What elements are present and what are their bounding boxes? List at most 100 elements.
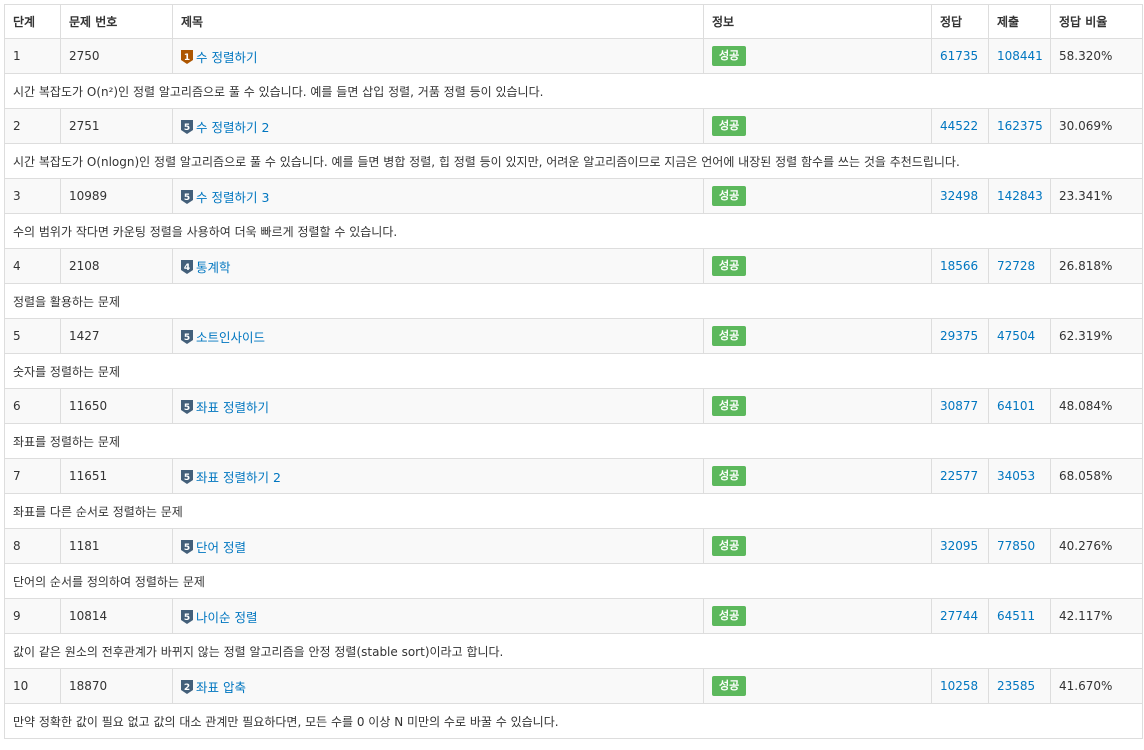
header-step: 단계 bbox=[4, 4, 61, 39]
description-row: 값이 같은 원소의 전후관계가 바뀌지 않는 정렬 알고리즘을 안정 정렬(st… bbox=[4, 633, 1143, 669]
accepted-count-link[interactable]: 22577 bbox=[940, 469, 978, 483]
ratio-cell: 41.670% bbox=[1050, 668, 1143, 704]
accepted-count-link[interactable]: 32498 bbox=[940, 189, 978, 203]
problem-title-link[interactable]: 수 정렬하기 3 bbox=[196, 190, 269, 205]
problem-title-link[interactable]: 좌표 정렬하기 2 bbox=[196, 470, 281, 485]
problem-title-link[interactable]: 좌표 압축 bbox=[196, 680, 246, 695]
info-cell: 성공 bbox=[703, 178, 932, 214]
submissions-count-link[interactable]: 34053 bbox=[997, 469, 1035, 483]
tier-level-text: 2 bbox=[184, 683, 190, 693]
description-cell: 숫자를 정렬하는 문제 bbox=[4, 353, 1143, 389]
submissions-cell: 34053 bbox=[988, 458, 1051, 494]
description-cell: 시간 복잡도가 O(nlogn)인 정렬 알고리즘으로 풀 수 있습니다. 예를… bbox=[4, 143, 1143, 179]
problem-table: 단계 문제 번호 제목 정보 정답 제출 정답 비율 1 2750 1 수 정렬… bbox=[4, 4, 1143, 739]
accepted-count-link[interactable]: 32095 bbox=[940, 539, 978, 553]
tier-level-text: 5 bbox=[184, 123, 190, 133]
title-cell: 1 수 정렬하기 bbox=[172, 38, 704, 74]
accepted-count-link[interactable]: 29375 bbox=[940, 329, 978, 343]
accepted-count-link[interactable]: 30877 bbox=[940, 399, 978, 413]
submissions-count-link[interactable]: 23585 bbox=[997, 679, 1035, 693]
submissions-count-link[interactable]: 108441 bbox=[997, 49, 1043, 63]
submissions-cell: 142843 bbox=[988, 178, 1051, 214]
info-cell: 성공 bbox=[703, 318, 932, 354]
accepted-count-link[interactable]: 10258 bbox=[940, 679, 978, 693]
problem-title-link[interactable]: 소트인사이드 bbox=[196, 330, 265, 345]
tier-level-text: 5 bbox=[184, 613, 190, 623]
tier-level-text: 5 bbox=[184, 193, 190, 203]
status-badge: 성공 bbox=[712, 676, 747, 696]
problem-row: 8 1181 5 단어 정렬 성공 32095 77850 40.276% bbox=[4, 528, 1143, 564]
problem-id-cell: 10814 bbox=[60, 598, 173, 634]
description-row: 숫자를 정렬하는 문제 bbox=[4, 353, 1143, 389]
accepted-count-link[interactable]: 18566 bbox=[940, 259, 978, 273]
accept-ratio: 41.670% bbox=[1059, 679, 1113, 693]
status-badge: 성공 bbox=[712, 606, 747, 626]
tier-badge-icon: 5 bbox=[181, 469, 193, 484]
submissions-count-link[interactable]: 47504 bbox=[997, 329, 1035, 343]
submissions-count-link[interactable]: 64101 bbox=[997, 399, 1035, 413]
accepted-cell: 44522 bbox=[931, 108, 989, 144]
problem-id: 2751 bbox=[69, 119, 100, 133]
problem-id-cell: 11650 bbox=[60, 388, 173, 424]
ratio-cell: 30.069% bbox=[1050, 108, 1143, 144]
accepted-count-link[interactable]: 27744 bbox=[940, 609, 978, 623]
status-badge: 성공 bbox=[712, 116, 747, 136]
title-cell: 5 좌표 정렬하기 2 bbox=[172, 458, 704, 494]
submissions-count-link[interactable]: 72728 bbox=[997, 259, 1035, 273]
description-cell: 좌표를 다른 순서로 정렬하는 문제 bbox=[4, 493, 1143, 529]
accepted-cell: 61735 bbox=[931, 38, 989, 74]
problem-id-cell: 18870 bbox=[60, 668, 173, 704]
step-number: 8 bbox=[13, 539, 21, 553]
step-number: 9 bbox=[13, 609, 21, 623]
submissions-count-link[interactable]: 64511 bbox=[997, 609, 1035, 623]
problem-id: 11650 bbox=[69, 399, 108, 413]
problem-title-link[interactable]: 수 정렬하기 bbox=[196, 50, 257, 65]
description-row: 단어의 순서를 정의하여 정렬하는 문제 bbox=[4, 563, 1143, 599]
step-number: 6 bbox=[13, 399, 21, 413]
accept-ratio: 26.818% bbox=[1059, 259, 1113, 273]
tier-level-text: 1 bbox=[184, 53, 190, 63]
title-cell: 5 소트인사이드 bbox=[172, 318, 704, 354]
problem-title-link[interactable]: 수 정렬하기 2 bbox=[196, 120, 269, 135]
submissions-count-link[interactable]: 77850 bbox=[997, 539, 1035, 553]
description-row: 정렬을 활용하는 문제 bbox=[4, 283, 1143, 319]
info-cell: 성공 bbox=[703, 528, 932, 564]
accept-ratio: 48.084% bbox=[1059, 399, 1113, 413]
accepted-cell: 29375 bbox=[931, 318, 989, 354]
submissions-count-link[interactable]: 162375 bbox=[997, 119, 1043, 133]
problem-title-link[interactable]: 단어 정렬 bbox=[196, 540, 246, 555]
description-cell: 시간 복잡도가 O(n²)인 정렬 알고리즘으로 풀 수 있습니다. 예를 들면… bbox=[4, 73, 1143, 109]
step-cell: 2 bbox=[4, 108, 61, 144]
problem-description: 시간 복잡도가 O(n²)인 정렬 알고리즘으로 풀 수 있습니다. 예를 들면… bbox=[13, 84, 544, 99]
submissions-count-link[interactable]: 142843 bbox=[997, 189, 1043, 203]
accepted-count-link[interactable]: 44522 bbox=[940, 119, 978, 133]
accept-ratio: 58.320% bbox=[1059, 49, 1113, 63]
tier-level-text: 5 bbox=[184, 473, 190, 483]
step-number: 3 bbox=[13, 189, 21, 203]
accept-ratio: 68.058% bbox=[1059, 469, 1113, 483]
tier-badge-icon: 5 bbox=[181, 609, 193, 624]
tier-badge-icon: 1 bbox=[181, 49, 193, 64]
title-cell: 5 나이순 정렬 bbox=[172, 598, 704, 634]
accepted-count-link[interactable]: 61735 bbox=[940, 49, 978, 63]
ratio-cell: 58.320% bbox=[1050, 38, 1143, 74]
problem-title-link[interactable]: 나이순 정렬 bbox=[196, 610, 257, 625]
description-cell: 정렬을 활용하는 문제 bbox=[4, 283, 1143, 319]
accepted-cell: 18566 bbox=[931, 248, 989, 284]
step-cell: 3 bbox=[4, 178, 61, 214]
header-problem-id: 문제 번호 bbox=[60, 4, 173, 39]
ratio-cell: 26.818% bbox=[1050, 248, 1143, 284]
description-cell: 값이 같은 원소의 전후관계가 바뀌지 않는 정렬 알고리즘을 안정 정렬(st… bbox=[4, 633, 1143, 669]
ratio-cell: 40.276% bbox=[1050, 528, 1143, 564]
header-submissions: 제출 bbox=[988, 4, 1051, 39]
step-number: 7 bbox=[13, 469, 21, 483]
problem-description: 숫자를 정렬하는 문제 bbox=[13, 364, 120, 379]
title-cell: 5 좌표 정렬하기 bbox=[172, 388, 704, 424]
problem-title-link[interactable]: 좌표 정렬하기 bbox=[196, 400, 269, 415]
problem-description: 만약 정확한 값이 필요 없고 값의 대소 관계만 필요하다면, 모든 수를 0… bbox=[13, 714, 559, 729]
tier-badge-icon: 4 bbox=[181, 259, 193, 274]
step-number: 4 bbox=[13, 259, 21, 273]
tier-badge-icon: 5 bbox=[181, 329, 193, 344]
problem-title-link[interactable]: 통계학 bbox=[196, 260, 231, 275]
info-cell: 성공 bbox=[703, 248, 932, 284]
